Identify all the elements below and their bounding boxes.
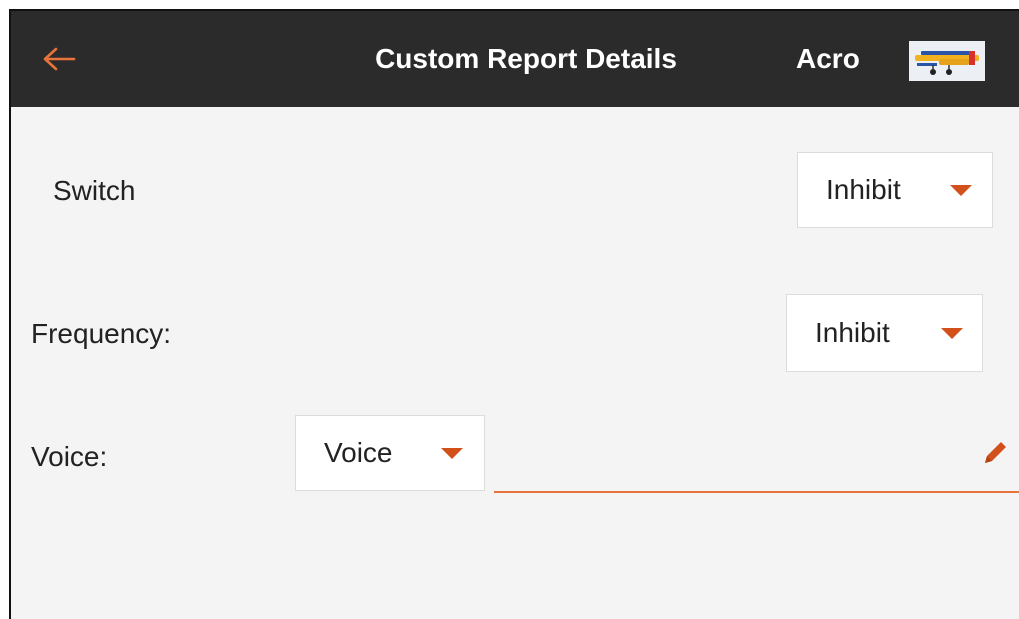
pencil-icon[interactable] bbox=[981, 437, 1011, 467]
voice-label: Voice: bbox=[31, 441, 108, 472]
app-header: Custom Report Details Acro bbox=[11, 11, 1019, 107]
voice-text-input[interactable] bbox=[494, 413, 1019, 493]
frequency-label: Frequency: bbox=[31, 318, 172, 349]
back-button[interactable] bbox=[39, 41, 79, 77]
voice-value: Voice bbox=[324, 437, 393, 468]
airplane-icon bbox=[909, 41, 985, 81]
switch-dropdown[interactable]: Inhibit bbox=[797, 152, 993, 228]
page-title: Custom Report Details bbox=[375, 43, 677, 74]
arrow-left-icon bbox=[43, 47, 76, 71]
switch-label: Switch bbox=[53, 175, 136, 206]
frequency-value: Inhibit bbox=[815, 317, 890, 348]
chevron-down-icon bbox=[941, 328, 963, 339]
chevron-down-icon bbox=[441, 448, 463, 459]
model-image[interactable] bbox=[909, 41, 985, 81]
chevron-down-icon bbox=[950, 185, 972, 196]
switch-value: Inhibit bbox=[826, 174, 901, 205]
voice-dropdown[interactable]: Voice bbox=[295, 415, 485, 491]
model-name[interactable]: Acro bbox=[796, 11, 860, 107]
screen: Custom Report Details Acro Switch Inhibi… bbox=[9, 9, 1019, 619]
frequency-dropdown[interactable]: Inhibit bbox=[786, 294, 983, 372]
